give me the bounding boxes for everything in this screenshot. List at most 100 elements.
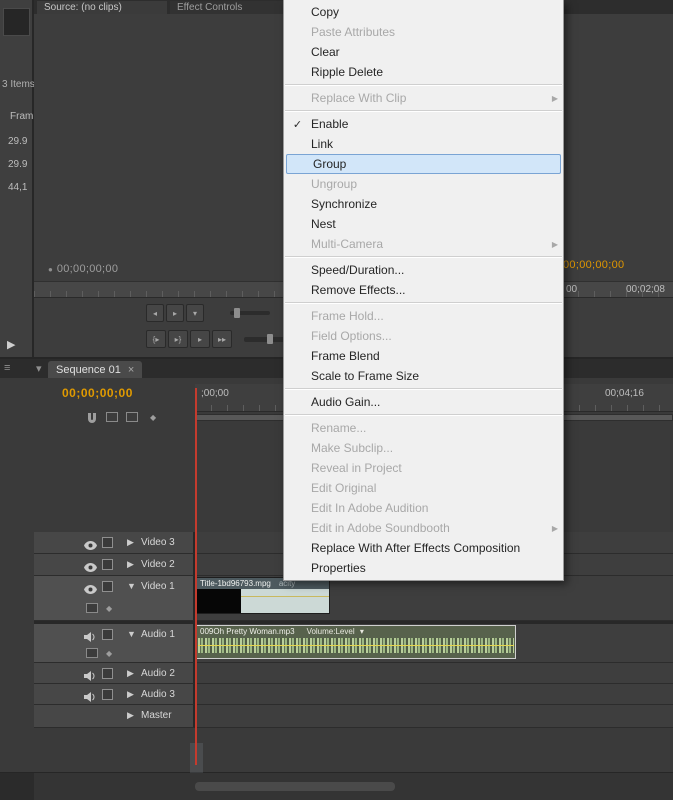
- menu-item-frame-blend[interactable]: Frame Blend: [284, 346, 563, 366]
- track-name: Video 3: [141, 537, 175, 548]
- menu-item-remove-effects[interactable]: Remove Effects...: [284, 280, 563, 300]
- menu-item-link[interactable]: Link: [284, 134, 563, 154]
- track-lane-audio-2[interactable]: [195, 663, 673, 684]
- track-audio-2: ▶ Audio 2: [0, 663, 673, 684]
- menu-item-nest[interactable]: Nest: [284, 214, 563, 234]
- expand-track-icon[interactable]: ▶: [127, 710, 134, 721]
- project-row[interactable]: 29.9: [8, 159, 27, 170]
- track-lock-box[interactable]: [102, 559, 113, 570]
- toggle-track-output-icon[interactable]: [84, 537, 97, 555]
- project-row[interactable]: Fram: [10, 111, 33, 122]
- transport-next-button[interactable]: ▸: [166, 304, 184, 322]
- goto-out-button[interactable]: ▸}: [168, 330, 188, 348]
- track-lock-box[interactable]: [102, 581, 113, 592]
- tab-menu-icon[interactable]: ▾: [36, 362, 42, 375]
- toggle-track-output-icon[interactable]: [84, 581, 97, 599]
- clip-context-menu: CopyPaste AttributesClearRipple DeleteRe…: [283, 0, 564, 581]
- track-lock-box[interactable]: [102, 537, 113, 548]
- track-lock-box[interactable]: [102, 668, 113, 679]
- menu-item-group[interactable]: Group: [286, 154, 561, 174]
- menu-item-enable[interactable]: ✓Enable: [284, 114, 563, 134]
- volume-dropdown-icon[interactable]: ▾: [360, 627, 364, 636]
- set-display-style-icon[interactable]: [86, 603, 98, 613]
- tab-source[interactable]: Source: (no clips): [37, 1, 167, 14]
- menu-item-label: Replace With Clip: [311, 91, 547, 105]
- menu-item-replace-with-after-effects-composition[interactable]: Replace With After Effects Composition: [284, 538, 563, 558]
- toggle-track-output-icon[interactable]: [84, 559, 97, 577]
- marker-icon: ◆: [150, 413, 156, 422]
- track-header-master[interactable]: ▶ Master: [34, 705, 195, 728]
- menu-item-audio-gain[interactable]: Audio Gain...: [284, 392, 563, 412]
- track-header-audio-2[interactable]: ▶ Audio 2: [34, 663, 195, 684]
- shuttle-thumb[interactable]: [267, 334, 273, 344]
- track-header-video-2[interactable]: ▶ Video 2: [34, 554, 195, 576]
- track-header-audio-1[interactable]: ▼ Audio 1 ◆: [34, 624, 195, 663]
- menu-item-speed-duration[interactable]: Speed/Duration...: [284, 260, 563, 280]
- set-marker-icon[interactable]: [106, 412, 118, 422]
- zoom-slider-thumb[interactable]: [234, 308, 240, 318]
- menu-item-properties[interactable]: Properties: [284, 558, 563, 578]
- menu-item-label: Scale to Frame Size: [311, 369, 547, 383]
- play-button[interactable]: ▸: [190, 330, 210, 348]
- expand-track-icon[interactable]: ▶: [127, 559, 134, 570]
- play-in-out-button[interactable]: ▸▸: [212, 330, 232, 348]
- expand-track-icon[interactable]: ▶: [127, 668, 134, 679]
- collapse-track-icon[interactable]: ▼: [127, 629, 136, 639]
- track-header-video-1[interactable]: ▼ Video 1 ◆: [34, 576, 195, 621]
- keyframe-icon[interactable]: ◆: [106, 604, 112, 613]
- volume-rubber-band[interactable]: [198, 645, 514, 646]
- keyframe-icon[interactable]: ◆: [106, 649, 112, 658]
- submenu-arrow-icon: ▶: [547, 240, 563, 249]
- clip-thumbnail: [197, 589, 241, 613]
- timeline-timecode[interactable]: 00;00;00;00: [62, 386, 133, 400]
- toggle-track-mute-icon[interactable]: [84, 629, 96, 647]
- track-header-audio-3[interactable]: ▶ Audio 3: [34, 684, 195, 705]
- track-lock-box[interactable]: [102, 689, 113, 700]
- menu-item-label: Clear: [311, 45, 547, 59]
- tab-effect-controls[interactable]: Effect Controls: [170, 1, 290, 14]
- track-name: Audio 3: [141, 689, 175, 700]
- track-lock-box[interactable]: [102, 629, 113, 640]
- expand-track-icon[interactable]: ▶: [127, 689, 134, 700]
- track-lane-master[interactable]: [195, 705, 673, 728]
- collapse-track-icon[interactable]: ▼: [127, 581, 136, 591]
- play-icon[interactable]: ▶: [7, 338, 15, 351]
- set-chapter-icon[interactable]: [126, 412, 138, 422]
- menu-item-clear[interactable]: Clear: [284, 42, 563, 62]
- track-lane-audio-3[interactable]: [195, 684, 673, 705]
- panel-menu-icon[interactable]: ≡: [4, 362, 10, 374]
- snap-magnet-icon[interactable]: [86, 411, 98, 429]
- clip-009oh-pretty-woman[interactable]: 009Oh Pretty Woman.mp3Volume:Level ▾: [196, 625, 516, 659]
- track-name: Audio 1: [141, 629, 175, 640]
- menu-separator: [285, 414, 562, 416]
- menu-item-synchronize[interactable]: Synchronize: [284, 194, 563, 214]
- tab-sequence-01[interactable]: Sequence 01 ×: [48, 361, 142, 378]
- clip-title-1bd96793[interactable]: Title-1bd96793.mpgacity: [196, 577, 330, 614]
- menu-item-scale-to-frame-size[interactable]: Scale to Frame Size: [284, 366, 563, 386]
- menu-item-label: Edit In Adobe Audition: [311, 501, 547, 515]
- menu-item-label: Ripple Delete: [311, 65, 547, 79]
- track-master: ▶ Master: [0, 705, 673, 728]
- menu-item-label: Nest: [311, 217, 547, 231]
- transport-prev-button[interactable]: ◂: [146, 304, 164, 322]
- menu-item-label: Link: [311, 137, 547, 151]
- close-tab-icon[interactable]: ×: [128, 364, 134, 376]
- project-row[interactable]: 44,1: [8, 182, 27, 193]
- menu-item-label: Make Subclip...: [311, 441, 547, 455]
- expand-track-icon[interactable]: ▶: [127, 537, 134, 548]
- opacity-rubber-band[interactable]: [241, 596, 329, 597]
- track-header-video-3[interactable]: ▶ Video 3: [34, 532, 195, 554]
- clip-label: Title-1bd96793.mpg: [200, 579, 271, 588]
- horizontal-scrollbar[interactable]: [195, 782, 395, 791]
- goto-in-button[interactable]: {▸: [146, 330, 166, 348]
- set-display-style-icon[interactable]: [86, 648, 98, 658]
- checkmark-icon: ✓: [284, 118, 311, 131]
- menu-item-label: Multi-Camera: [311, 237, 547, 251]
- menu-item-rename: Rename...: [284, 418, 563, 438]
- transport-menu-button[interactable]: ▾: [186, 304, 204, 322]
- project-row[interactable]: 29.9: [8, 136, 27, 147]
- menu-item-copy[interactable]: Copy: [284, 2, 563, 22]
- zoom-slider[interactable]: [230, 311, 270, 315]
- playhead-line[interactable]: [195, 388, 197, 765]
- menu-item-ripple-delete[interactable]: Ripple Delete: [284, 62, 563, 82]
